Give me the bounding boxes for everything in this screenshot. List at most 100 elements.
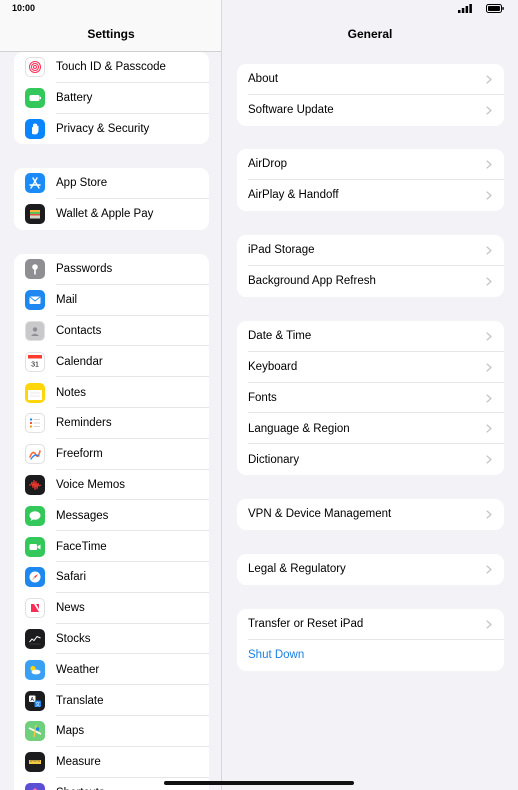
row-background-app-refresh[interactable]: Background App Refresh (237, 266, 504, 297)
sidebar-item-label: Reminders (56, 417, 112, 430)
safari-icon (25, 567, 45, 588)
row-label: Fonts (248, 391, 277, 404)
sidebar-item-label: Weather (56, 663, 100, 676)
chevron-right-icon (486, 565, 492, 574)
row-language-and-region[interactable]: Language & Region (237, 413, 504, 444)
freeform-icon (25, 444, 45, 465)
sidebar-item-app-store[interactable]: App Store (14, 168, 209, 199)
row-label: AirPlay & Handoff (248, 189, 339, 202)
maps-icon (25, 721, 45, 742)
sidebar-item-news[interactable]: News (14, 593, 209, 624)
chevron-right-icon (486, 510, 492, 519)
facetime-icon (25, 536, 45, 557)
sidebar-item-touch-id-and-passcode[interactable]: Touch ID & Passcode (14, 52, 209, 83)
chevron-right-icon (486, 160, 492, 169)
sidebar-group-security: Touch ID & Passcode Battery Privacy & Secu… (14, 52, 209, 145)
sidebar-item-messages[interactable]: Messages (14, 500, 209, 531)
sidebar-item-voice-memos[interactable]: Voice Memos (14, 470, 209, 501)
signal-icon (458, 4, 472, 13)
sidebar-item-translate[interactable]: A 文 Translate (14, 685, 209, 716)
row-vpn-and-device-management[interactable]: VPN & Device Management (237, 499, 504, 530)
sidebar-item-label: Maps (56, 725, 85, 738)
row-shut-down[interactable]: Shut Down (237, 640, 504, 671)
row-software-update[interactable]: Software Update (237, 95, 504, 126)
sidebar-item-passwords[interactable]: Passwords (14, 254, 209, 285)
row-transfer-or-reset-ipad[interactable]: Transfer or Reset iPad (237, 609, 504, 640)
chevron-right-icon (486, 332, 492, 341)
row-dictionary[interactable]: Dictionary (237, 444, 504, 475)
detail-title: General (347, 27, 393, 41)
sidebar-item-label: Messages (56, 509, 109, 522)
row-legal-and-regulatory[interactable]: Legal & Regulatory (237, 554, 504, 585)
row-label: AirDrop (248, 158, 287, 171)
sidebar-item-wallet-and-apple-pay[interactable]: Wallet & Apple Pay (14, 199, 209, 230)
home-indicator[interactable] (164, 781, 354, 785)
sidebar-item-label: Calendar (56, 355, 103, 368)
chevron-right-icon (486, 620, 492, 629)
row-label: Shut Down (248, 649, 305, 662)
messages-icon (25, 505, 45, 526)
status-bar: 10:00 (0, 0, 518, 18)
sidebar-item-notes[interactable]: Notes (14, 377, 209, 408)
row-date-and-time[interactable]: Date & Time (237, 321, 504, 352)
sidebar-item-measure[interactable]: Measure (14, 747, 209, 778)
sidebar-item-weather[interactable]: Weather (14, 654, 209, 685)
sidebar-group-store: App Store Wallet & Apple Pay (14, 168, 209, 230)
group-vpn: VPN & Device Management (237, 499, 504, 530)
sidebar-item-maps[interactable]: Maps (14, 716, 209, 747)
sidebar-item-mail[interactable]: Mail (14, 285, 209, 316)
sidebar-item-freeform[interactable]: Freeform (14, 439, 209, 470)
key-icon (25, 259, 45, 280)
sidebar-item-label: Translate (56, 694, 104, 707)
chevron-right-icon (486, 191, 492, 200)
row-label: Dictionary (248, 453, 300, 466)
sidebar-item-label: Wallet & Apple Pay (56, 208, 154, 221)
row-label: iPad Storage (248, 244, 315, 257)
sidebar-item-reminders[interactable]: Reminders (14, 408, 209, 439)
sidebar-item-label: Touch ID & Passcode (56, 61, 166, 74)
row-airplay-and-handoff[interactable]: AirPlay & Handoff (237, 180, 504, 211)
chevron-right-icon (486, 106, 492, 115)
sidebar-item-label: Contacts (56, 324, 102, 337)
reminders-icon (25, 413, 45, 434)
sidebar-item-safari[interactable]: Safari (14, 562, 209, 593)
fingerprint-icon (25, 57, 45, 78)
sidebar-item-label: App Store (56, 177, 108, 190)
row-label: Legal & Regulatory (248, 563, 346, 576)
calendar-icon: 31 (25, 351, 45, 372)
chevron-right-icon (486, 393, 492, 403)
app-store-icon (25, 173, 45, 194)
sidebar-item-calendar[interactable]: 31 Calendar (14, 346, 209, 377)
settings-sidebar: Settings Touch ID & Passcode Battery Priva… (0, 0, 222, 790)
row-keyboard[interactable]: Keyboard (237, 352, 504, 383)
sidebar-item-label: Voice Memos (56, 478, 126, 491)
row-about[interactable]: About (237, 64, 504, 95)
sidebar-item-label: News (56, 602, 85, 615)
row-ipad-storage[interactable]: iPad Storage (237, 235, 504, 266)
sidebar-item-label: Notes (56, 386, 87, 399)
measure-icon (25, 752, 45, 773)
group-legal: Legal & Regulatory (237, 554, 504, 585)
weather-icon (25, 659, 45, 680)
row-airdrop[interactable]: AirDrop (237, 149, 504, 180)
sidebar-item-battery[interactable]: Battery (14, 83, 209, 114)
chevron-right-icon (486, 75, 492, 84)
sidebar-item-contacts[interactable]: Contacts (14, 316, 209, 347)
row-fonts[interactable]: Fonts (237, 383, 504, 414)
svg-text:31: 31 (31, 361, 39, 368)
sidebar-title: Settings (87, 27, 135, 41)
sidebar-item-privacy-and-security[interactable]: Privacy & Security (14, 114, 209, 145)
sidebar-group-apps: Passwords Mail Contacts 31 Calendar Notes Remi… (14, 254, 209, 790)
battery-status-icon (486, 4, 504, 13)
status-time: 10:00 (12, 3, 36, 13)
shortcuts-icon (25, 782, 45, 790)
row-label: Date & Time (248, 330, 312, 343)
chevron-right-icon (486, 424, 492, 433)
sidebar-item-stocks[interactable]: Stocks (14, 624, 209, 655)
chevron-right-icon (486, 363, 492, 372)
sidebar-item-label: FaceTime (56, 540, 107, 553)
mail-icon (25, 290, 45, 311)
sidebar-item-facetime[interactable]: FaceTime (14, 531, 209, 562)
chevron-right-icon (486, 277, 492, 286)
chevron-right-icon (486, 246, 492, 255)
